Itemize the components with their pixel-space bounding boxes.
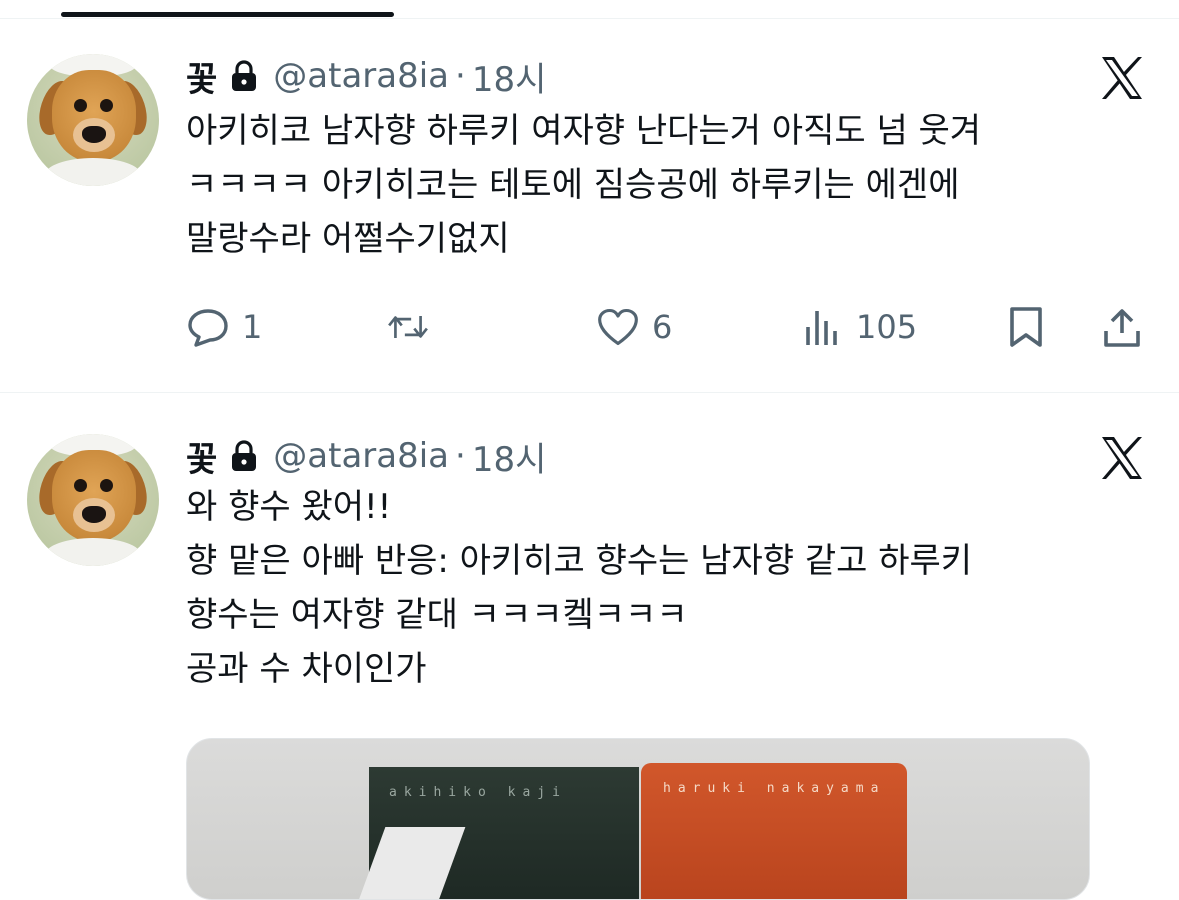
tweet-text: 와 향수 왔어!! 향 맡은 아빠 반응: 아키히코 향수는 남자향 같고 하루… [186,480,972,696]
x-logo-icon [1102,57,1142,99]
like-button[interactable]: 6 [596,302,672,352]
tweet-line: 말랑수라 어쩔수기없지 [186,219,510,259]
separator-dot: · [455,56,466,96]
tweet-text: 아키히코 남자향 하루키 여자향 난다는거 아직도 넘 웃겨 ㅋㅋㅋㅋ 아키히코… [186,104,981,266]
display-name[interactable]: 꽃 [186,432,217,481]
perfume-box-dark: akihiko kaji [352,767,639,899]
reply-icon [188,309,228,347]
like-count: 6 [652,308,673,346]
retweet-icon [388,316,428,338]
tweet-header: 꽃 @atara8ia · 18시 [186,52,547,101]
tweet-divider [0,392,1179,393]
separator-dot: · [455,436,466,476]
timestamp[interactable]: 18시 [472,52,547,101]
top-divider [0,18,1179,19]
tweet-line: 향 맡은 아빠 반응: 아키히코 향수는 남자향 같고 하루키 [186,541,973,581]
box-label-left: akihiko kaji [389,785,567,800]
tweet-line: 아키히코 남자향 하루키 여자향 난다는거 아직도 넘 웃겨 [186,111,982,151]
tweet-line: 공과 수 차이인가 [186,649,427,689]
avatar[interactable] [27,54,159,186]
perfume-box-orange: haruki nakayama [641,763,907,899]
heart-icon [598,308,638,346]
views-icon [806,311,837,345]
timestamp[interactable]: 18시 [472,432,547,481]
display-name[interactable]: 꽃 [186,52,217,101]
share-icon [1104,309,1140,347]
bookmark-button[interactable] [1004,302,1048,352]
handle[interactable]: @atara8ia [273,56,449,96]
avatar[interactable] [27,434,159,566]
view-count: 105 [856,308,918,346]
tweet-header: 꽃 @atara8ia · 18시 [186,432,547,481]
tweet-line: 향수는 여자향 같대 ㅋㅋㅋ켘ㅋㅋㅋ [186,595,688,635]
scroll-indicator [61,12,394,17]
tweet-card[interactable]: 꽃 @atara8ia · 18시 아키히코 남자향 하루키 여자향 난다는거 … [0,40,1179,392]
retweet-button[interactable] [386,302,430,352]
bookmark-icon [1010,307,1042,347]
action-bar: 1 6 105 [0,302,1179,352]
x-logo-icon [1102,437,1142,479]
box-label-right: haruki nakayama [663,781,886,796]
tweet-line: 와 향수 왔어!! [186,487,392,527]
share-button[interactable] [1100,302,1144,352]
tweet-image[interactable]: akihiko kaji haruki nakayama [186,738,1090,900]
lock-icon [232,60,257,91]
tweet-line: ㅋㅋㅋㅋ 아키히코는 테토에 짐승공에 하루키는 에겐에 [186,165,960,205]
views-button[interactable]: 105 [800,302,917,352]
tweet-card[interactable]: 꽃 @atara8ia · 18시 와 향수 왔어!! 향 맡은 아빠 반응: … [0,420,1179,900]
reply-count: 1 [242,308,263,346]
handle[interactable]: @atara8ia [273,436,449,476]
reply-button[interactable]: 1 [186,302,262,352]
lock-icon [232,440,257,471]
